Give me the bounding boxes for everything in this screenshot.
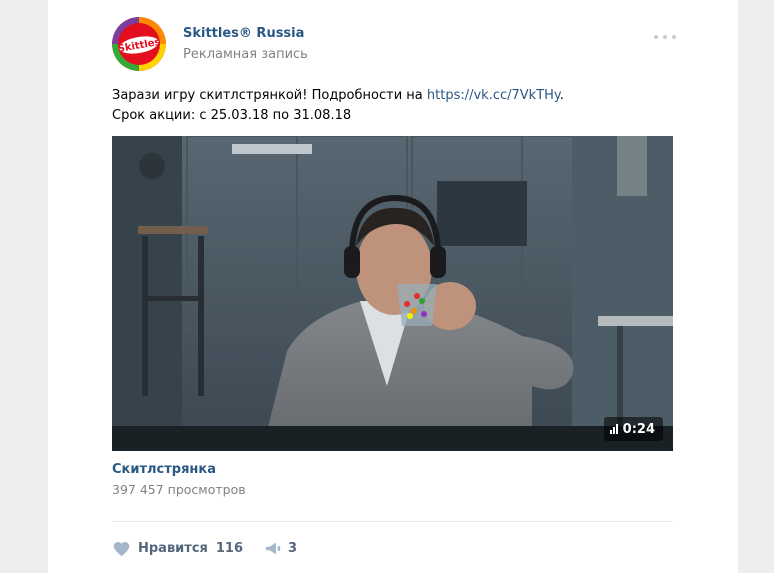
author-name[interactable]: Skittles® Russia	[183, 26, 304, 41]
post-actions: Нравится 116 3	[112, 538, 297, 558]
video-thumbnail	[112, 136, 673, 451]
avatar[interactable]: Skittles	[112, 17, 166, 71]
bars-icon	[609, 424, 618, 434]
video-title[interactable]: Скитлстрянка	[112, 462, 216, 477]
like-count: 116	[215, 540, 244, 556]
video-views: 397 457 просмотров	[112, 482, 246, 497]
like-button[interactable]: Нравится 116	[112, 540, 243, 557]
megaphone-icon	[266, 542, 281, 554]
post-text: Зарази игру скитлстрянкой! Подробности н…	[112, 86, 692, 126]
video-player[interactable]: 0:24	[112, 136, 673, 451]
post-card: Skittles Skittles® Russia Рекламная запи…	[48, 0, 738, 573]
like-label: Нравится	[138, 540, 208, 556]
video-duration: 0:24	[603, 417, 663, 441]
post-text-line-1: Зарази игру скитлстрянкой! Подробности н…	[112, 88, 564, 103]
duration-label: 0:24	[622, 421, 655, 437]
ad-label: Рекламная запись	[183, 47, 308, 62]
post-link[interactable]: https://vk.cc/7VkTHy	[427, 88, 560, 103]
post-text-line-2: Срок акции: с 25.03.18 по 31.08.18	[112, 108, 352, 123]
heart-icon	[113, 541, 130, 556]
share-button[interactable]: 3	[265, 541, 297, 556]
divider	[112, 521, 673, 522]
skittles-logo: Skittles	[112, 17, 166, 71]
more-icon[interactable]	[654, 34, 676, 40]
share-count: 3	[288, 540, 298, 556]
